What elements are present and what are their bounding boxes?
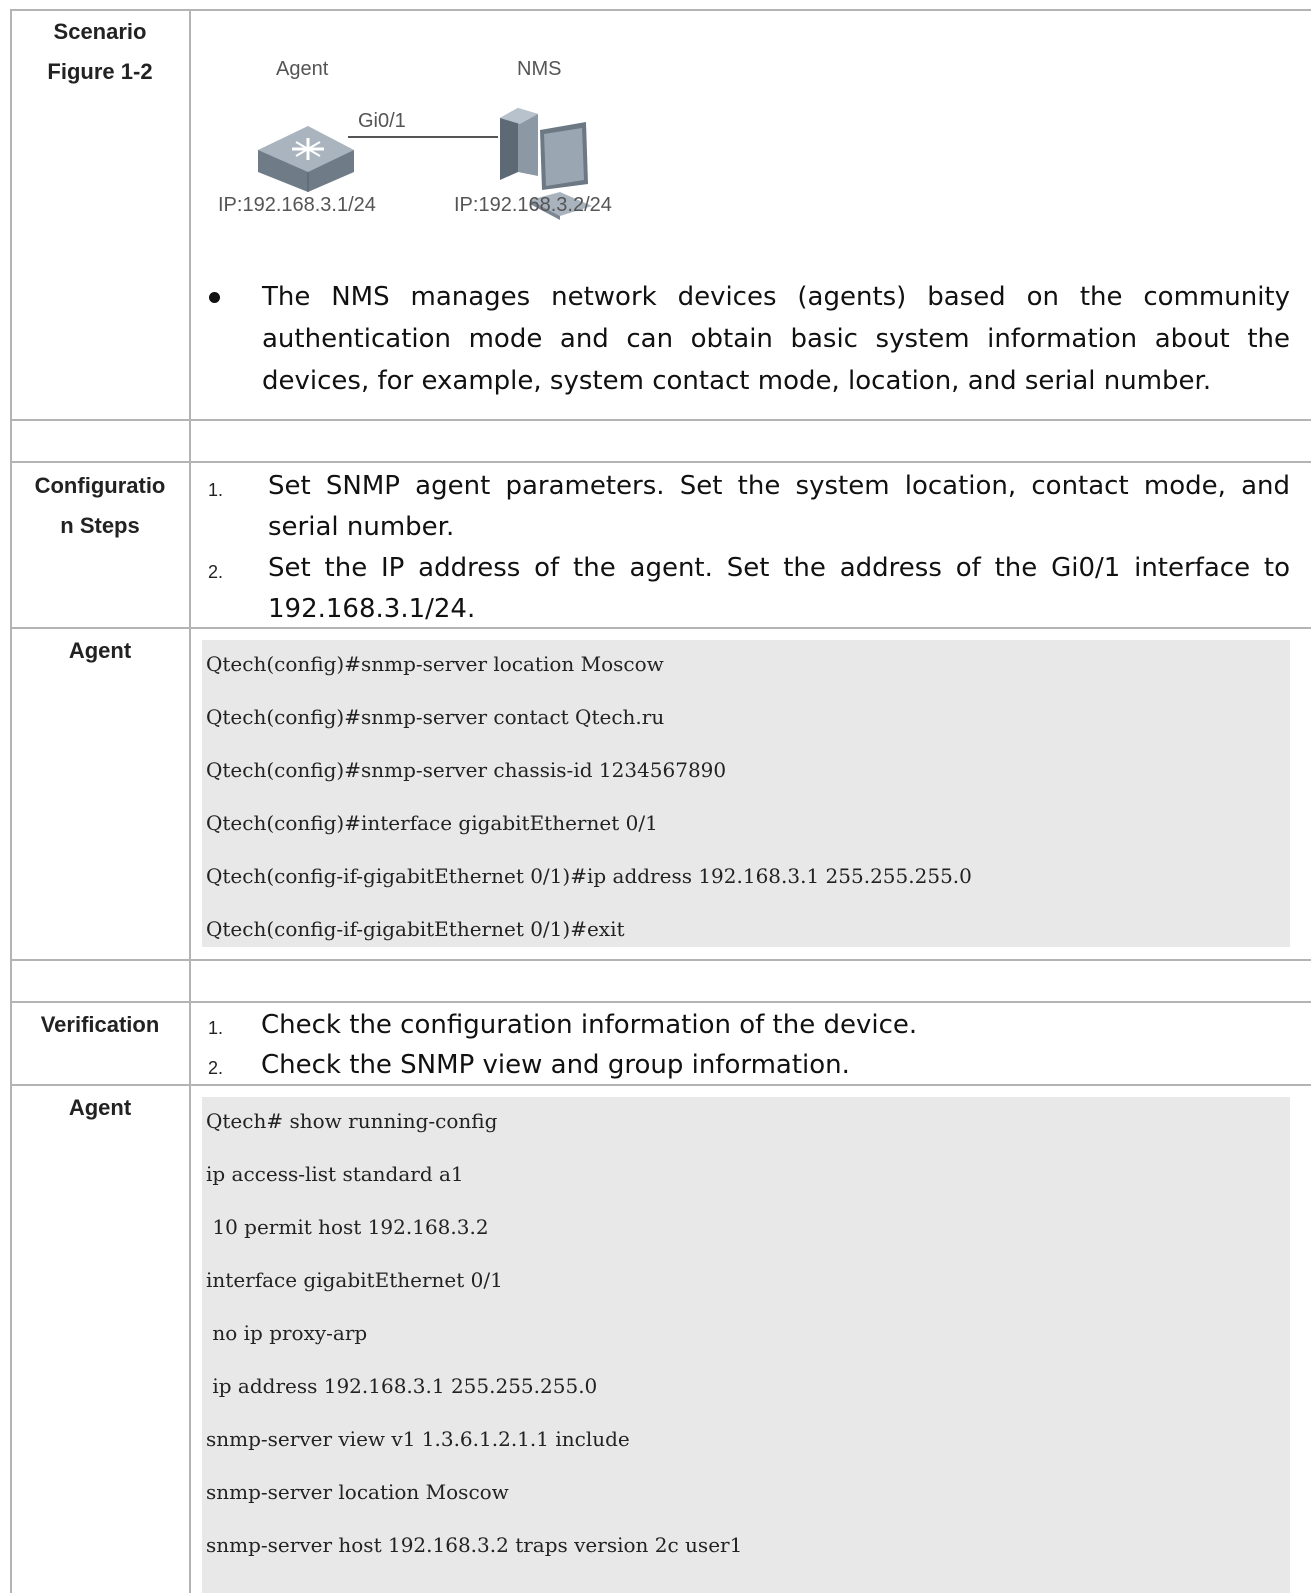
row-label-scenario: Scenario Figure 1-2 [12,12,188,92]
code-line: snmp-server location Moscow [206,1480,509,1504]
nms-ip-label: IP:192.168.3.2/24 [454,194,612,216]
code-line: snmp-server host 192.168.3.2 traps versi… [206,1533,743,1557]
verification-code-block: Qtech# show running-config ip access-lis… [202,1097,1290,1593]
code-line: Qtech(config)#snmp-server contact Qtech.… [206,705,665,729]
switch-icon [258,126,354,192]
code-line: 10 permit host 192.168.3.2 [206,1215,489,1239]
step-number: 2. [208,562,224,582]
step-text: Check the configuration information of t… [261,1010,918,1040]
row-divider [10,959,1311,961]
agent-ip-label: IP:192.168.3.1/24 [218,194,376,216]
figure-agent-label: Agent [276,58,329,80]
column-divider [189,9,191,1593]
row-label-agent: Agent [68,638,132,663]
table-border-left [10,9,12,1593]
step-number: 1. [208,480,224,500]
agent-config-code-block: Qtech(config)#snmp-server location Mosco… [202,640,1290,947]
scenario-description: The NMS manages network devices (agents)… [262,282,1290,396]
code-line: Qtech(config)#interface gigabitEthernet … [206,811,658,835]
code-line: Qtech(config-if-gigabitEthernet 0/1)#exi… [206,917,625,941]
code-line: interface gigabitEthernet 0/1 [206,1268,503,1292]
step-text: Set the IP address of the agent. Set the… [268,553,1290,624]
row-divider [10,461,1311,463]
network-figure: Agent NMS Gi0/1 IP:192.168.3.1/24 IP:192… [200,40,680,240]
code-line: no ip proxy-arp [206,1321,368,1345]
row-label-config-steps: Configuratio n Steps [12,466,188,546]
figure-nms-label: NMS [517,58,562,80]
step-number: 2. [208,1058,224,1078]
step-number: 1. [208,1018,224,1038]
config-steps-label-line2: n Steps [60,513,140,538]
table-border-top [10,9,1311,11]
code-line: snmp-server view v1 1.3.6.1.2.1.1 includ… [206,1427,630,1451]
row-label-agent: Agent [68,1095,132,1120]
step-text: Check the SNMP view and group informatio… [261,1050,850,1080]
code-line: ip address 192.168.3.1 255.255.255.0 [206,1374,598,1398]
step-text: Set SNMP agent parameters. Set the syste… [268,471,1290,542]
row-divider [10,419,1311,421]
figure-label: Figure 1-2 [47,59,153,84]
scenario-label: Scenario [53,19,147,44]
row-label-verification: Verification [40,1012,160,1037]
code-line: Qtech(config)#snmp-server location Mosco… [206,652,664,676]
config-steps-label-line1: Configuratio [34,473,166,498]
row-divider [10,1001,1311,1003]
code-line: ip access-list standard a1 [206,1162,464,1186]
code-line: Qtech(config-if-gigabitEthernet 0/1)#ip … [206,864,972,888]
code-line: Qtech(config)#snmp-server chassis-id 123… [206,758,727,782]
bullet-icon [209,292,220,303]
code-line: Qtech# show running-config [206,1109,498,1133]
